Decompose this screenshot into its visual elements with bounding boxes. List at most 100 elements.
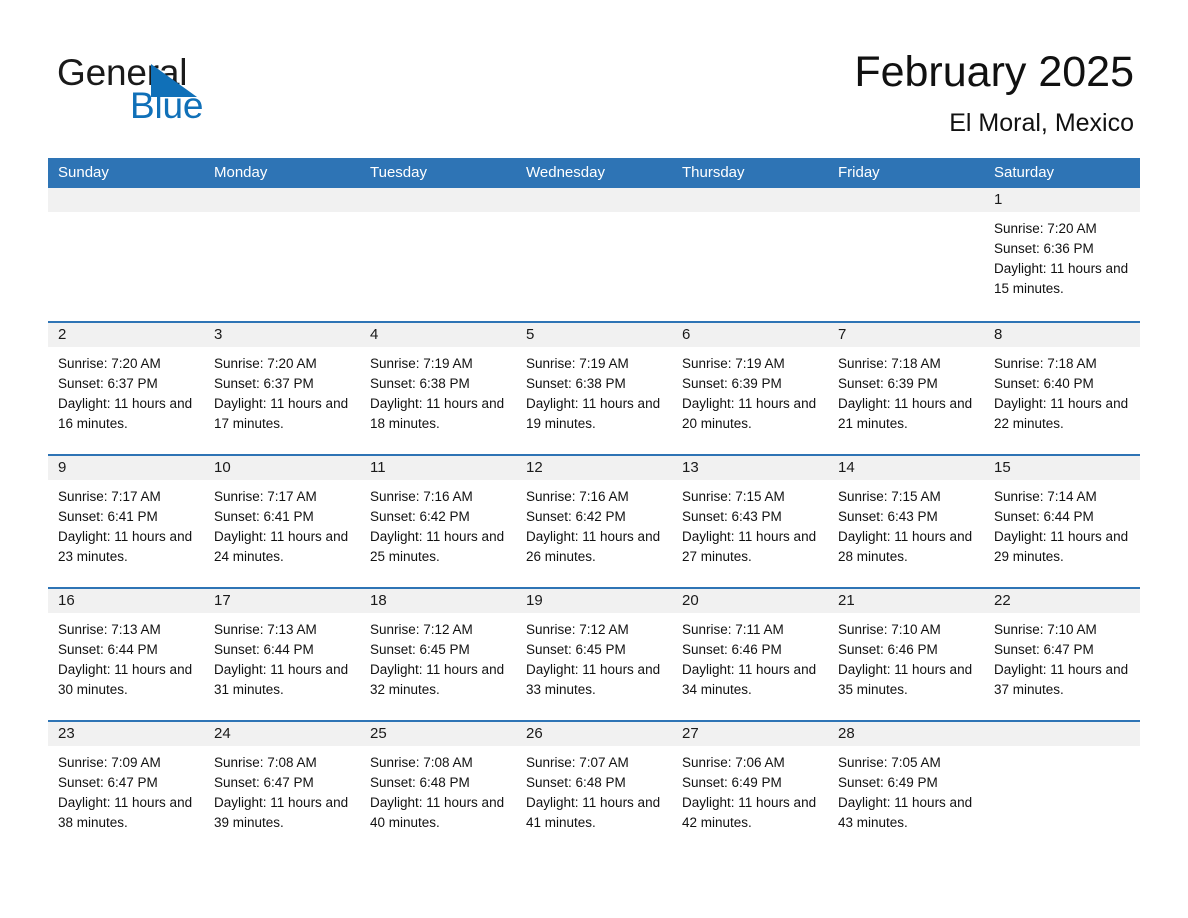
day-cell[interactable]: 11 Sunrise: 7:16 AM Sunset: 6:42 PM Dayligh… [360,456,516,587]
day-details: Sunrise: 7:19 AM Sunset: 6:38 PM Daylight:… [516,347,672,434]
day-number-band: 24 [204,722,360,746]
day-details: Sunrise: 7:14 AM Sunset: 6:44 PM Daylight:… [984,480,1140,567]
day-cell[interactable]: 22 Sunrise: 7:10 AM Sunset: 6:47 PM Dayligh… [984,589,1140,720]
day-number-band: 1 [984,188,1140,212]
day-cell[interactable]: 6 Sunrise: 7:19 AM Sunset: 6:39 PM Daylight… [672,323,828,454]
sunrise-text: Sunrise: 7:18 AM [994,356,1097,371]
sunset-text: Sunset: 6:42 PM [370,509,470,524]
day-cell[interactable]: 7 Sunrise: 7:18 AM Sunset: 6:39 PM Daylight… [828,323,984,454]
daylight-text: Daylight: 11 hours and 37 minutes. [994,662,1129,697]
page-header: General Blue February 2025 El Moral, Mex… [0,0,1188,158]
sunrise-text: Sunrise: 7:13 AM [58,622,161,637]
day-cell[interactable]: 10 Sunrise: 7:17 AM Sunset: 6:41 PM Dayligh… [204,456,360,587]
sunrise-text: Sunrise: 7:17 AM [214,489,317,504]
day-details: Sunrise: 7:17 AM Sunset: 6:41 PM Daylight:… [48,480,204,567]
day-cell[interactable]: 4 Sunrise: 7:19 AM Sunset: 6:38 PM Daylight… [360,323,516,454]
day-cell-empty [516,188,672,321]
day-cell-empty [828,188,984,321]
day-cell[interactable]: 18 Sunrise: 7:12 AM Sunset: 6:45 PM Dayligh… [360,589,516,720]
sunset-text: Sunset: 6:45 PM [370,642,470,657]
day-cell[interactable]: 28 Sunrise: 7:05 AM Sunset: 6:49 PM Dayligh… [828,722,984,853]
calendar-week-row: 9 Sunrise: 7:17 AM Sunset: 6:41 PM Daylight… [48,454,1140,587]
calendar-weeks: 1 Sunrise: 7:20 AM Sunset: 6:36 PM Daylight… [48,188,1140,853]
daylight-text: Daylight: 11 hours and 41 minutes. [526,795,661,830]
sunset-text: Sunset: 6:39 PM [838,376,938,391]
day-cell[interactable]: 27 Sunrise: 7:06 AM Sunset: 6:49 PM Dayligh… [672,722,828,853]
sunrise-text: Sunrise: 7:07 AM [526,755,629,770]
day-cell[interactable]: 3 Sunrise: 7:20 AM Sunset: 6:37 PM Daylight… [204,323,360,454]
weekday-header-tuesday: Tuesday [370,164,427,181]
day-cell[interactable]: 23 Sunrise: 7:09 AM Sunset: 6:47 PM Dayligh… [48,722,204,853]
daylight-text: Daylight: 11 hours and 39 minutes. [214,795,349,830]
day-details: Sunrise: 7:18 AM Sunset: 6:40 PM Daylight:… [984,347,1140,434]
day-cell[interactable]: 21 Sunrise: 7:10 AM Sunset: 6:46 PM Dayligh… [828,589,984,720]
day-cell[interactable]: 12 Sunrise: 7:16 AM Sunset: 6:42 PM Dayligh… [516,456,672,587]
day-cell-empty [984,722,1140,853]
sunrise-text: Sunrise: 7:19 AM [682,356,785,371]
sunset-text: Sunset: 6:42 PM [526,509,626,524]
daylight-text: Daylight: 11 hours and 31 minutes. [214,662,349,697]
day-number-band [204,188,360,212]
day-number: 5 [526,326,535,343]
daylight-text: Daylight: 11 hours and 24 minutes. [214,529,349,564]
day-cell[interactable]: 17 Sunrise: 7:13 AM Sunset: 6:44 PM Dayligh… [204,589,360,720]
day-cell[interactable]: 26 Sunrise: 7:07 AM Sunset: 6:48 PM Dayligh… [516,722,672,853]
day-cell[interactable]: 14 Sunrise: 7:15 AM Sunset: 6:43 PM Dayligh… [828,456,984,587]
daylight-text: Daylight: 11 hours and 27 minutes. [682,529,817,564]
general-blue-logo[interactable]: General Blue [57,52,297,126]
day-number: 9 [58,459,67,476]
day-number: 19 [526,592,543,609]
weekday-header-monday: Monday [214,164,268,181]
sunset-text: Sunset: 6:46 PM [682,642,782,657]
day-number: 4 [370,326,379,343]
day-cell[interactable]: 5 Sunrise: 7:19 AM Sunset: 6:38 PM Daylight… [516,323,672,454]
day-number: 25 [370,725,387,742]
daylight-text: Daylight: 11 hours and 30 minutes. [58,662,193,697]
day-number: 28 [838,725,855,742]
day-number: 13 [682,459,699,476]
day-details: Sunrise: 7:15 AM Sunset: 6:43 PM Daylight:… [828,480,984,567]
day-cell[interactable]: 2 Sunrise: 7:20 AM Sunset: 6:37 PM Daylight… [48,323,204,454]
day-cell-empty [48,188,204,321]
day-cell[interactable]: 19 Sunrise: 7:12 AM Sunset: 6:45 PM Dayligh… [516,589,672,720]
day-details [828,212,984,219]
sunset-text: Sunset: 6:36 PM [994,241,1094,256]
day-details: Sunrise: 7:19 AM Sunset: 6:39 PM Daylight:… [672,347,828,434]
day-number-band: 5 [516,323,672,347]
day-cell[interactable]: 16 Sunrise: 7:13 AM Sunset: 6:44 PM Dayligh… [48,589,204,720]
day-cell[interactable]: 13 Sunrise: 7:15 AM Sunset: 6:43 PM Dayligh… [672,456,828,587]
day-cell[interactable]: 9 Sunrise: 7:17 AM Sunset: 6:41 PM Daylight… [48,456,204,587]
daylight-text: Daylight: 11 hours and 28 minutes. [838,529,973,564]
day-cell[interactable]: 8 Sunrise: 7:18 AM Sunset: 6:40 PM Daylight… [984,323,1140,454]
sunrise-text: Sunrise: 7:16 AM [370,489,473,504]
day-number-band: 10 [204,456,360,480]
day-number: 2 [58,326,67,343]
sunrise-text: Sunrise: 7:10 AM [994,622,1097,637]
sunrise-text: Sunrise: 7:17 AM [58,489,161,504]
day-number-band: 11 [360,456,516,480]
sunset-text: Sunset: 6:41 PM [214,509,314,524]
sunset-text: Sunset: 6:49 PM [838,775,938,790]
sunset-text: Sunset: 6:38 PM [370,376,470,391]
day-number-band: 27 [672,722,828,746]
day-number: 22 [994,592,1011,609]
sunset-text: Sunset: 6:40 PM [994,376,1094,391]
day-number: 8 [994,326,1003,343]
daylight-text: Daylight: 11 hours and 15 minutes. [994,261,1129,296]
day-number-band: 20 [672,589,828,613]
day-details: Sunrise: 7:10 AM Sunset: 6:46 PM Daylight:… [828,613,984,700]
day-cell-empty [360,188,516,321]
day-cell[interactable]: 15 Sunrise: 7:14 AM Sunset: 6:44 PM Dayligh… [984,456,1140,587]
sunset-text: Sunset: 6:48 PM [526,775,626,790]
day-details: Sunrise: 7:05 AM Sunset: 6:49 PM Daylight:… [828,746,984,833]
sunrise-text: Sunrise: 7:12 AM [526,622,629,637]
calendar-week-row: 23 Sunrise: 7:09 AM Sunset: 6:47 PM Dayligh… [48,720,1140,853]
day-cell[interactable]: 25 Sunrise: 7:08 AM Sunset: 6:48 PM Dayligh… [360,722,516,853]
sunrise-text: Sunrise: 7:19 AM [526,356,629,371]
sunset-text: Sunset: 6:44 PM [214,642,314,657]
day-cell[interactable]: 24 Sunrise: 7:08 AM Sunset: 6:47 PM Dayligh… [204,722,360,853]
day-details: Sunrise: 7:20 AM Sunset: 6:37 PM Daylight:… [204,347,360,434]
day-cell[interactable]: 20 Sunrise: 7:11 AM Sunset: 6:46 PM Dayligh… [672,589,828,720]
day-cell[interactable]: 1 Sunrise: 7:20 AM Sunset: 6:36 PM Daylight… [984,188,1140,321]
sunrise-text: Sunrise: 7:15 AM [838,489,941,504]
